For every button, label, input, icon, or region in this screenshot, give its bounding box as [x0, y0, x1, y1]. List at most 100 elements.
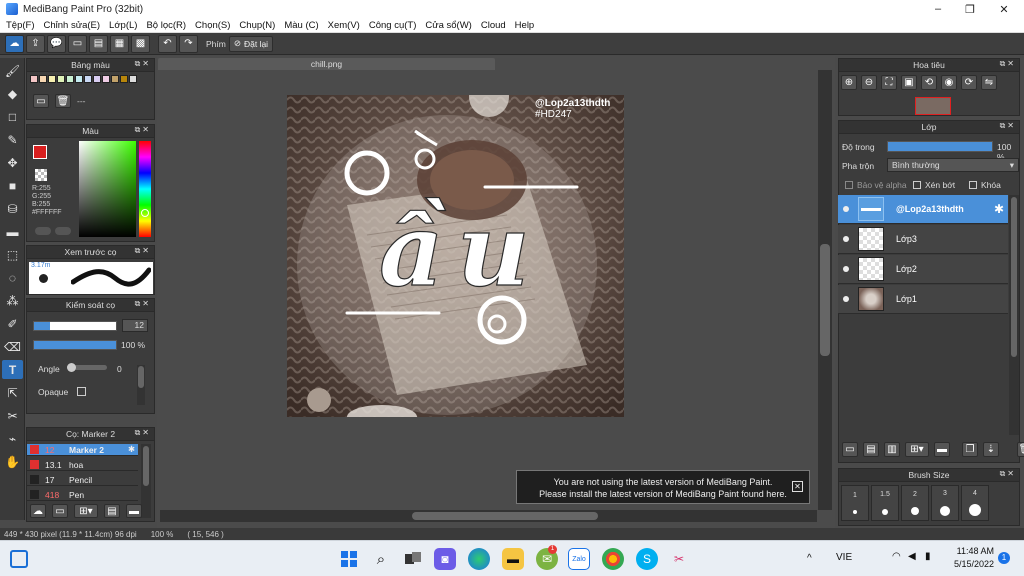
share-icon[interactable]: ⇪ [26, 34, 45, 53]
search-icon[interactable]: ⌕ [370, 548, 392, 570]
zalo-icon[interactable]: Zalo [568, 548, 590, 570]
palette-swatch[interactable] [93, 75, 101, 83]
add-brush-icon[interactable]: ⊞▾ [74, 504, 98, 518]
brush-item[interactable]: 418 Pen [27, 489, 138, 501]
skype-icon[interactable]: S [636, 548, 658, 570]
new-brush-icon[interactable]: ▭ [52, 504, 68, 518]
brush-size-input[interactable]: 12 [122, 319, 148, 332]
canvas-horizontal-scrollbar[interactable] [160, 510, 817, 522]
speech-bubble-icon[interactable]: ▭ [68, 34, 87, 53]
menu-file[interactable]: Tệp(F) [4, 20, 42, 31]
trash-icon[interactable]: 🗑 [1017, 442, 1024, 457]
lasso-tool-icon[interactable]: ◌ [2, 268, 23, 287]
layer-row[interactable]: Lớp1 [838, 285, 1008, 314]
menu-window[interactable]: Cửa sổ(W) [423, 20, 478, 31]
palette-swatch[interactable] [102, 75, 110, 83]
notice-close-icon[interactable]: ✕ [792, 481, 803, 492]
panel-controls-icon[interactable]: ⧉✕ [1000, 59, 1016, 69]
hand-tool-icon[interactable]: ✋ [2, 452, 23, 471]
select-tool-icon[interactable]: ⬚ [2, 245, 23, 264]
brush-item[interactable]: 17 Pencil [27, 474, 138, 486]
flip-icon[interactable]: ⇋ [981, 75, 997, 90]
redo-icon[interactable]: ↷ [179, 34, 198, 53]
shape-tool-icon[interactable]: □ [2, 107, 23, 126]
artwork-canvas[interactable]: ầ u @Lop2a13thdth #HD247 [287, 95, 624, 417]
keyboard-lang[interactable]: VIE [836, 552, 852, 563]
dot-tool-icon[interactable]: ✎ [2, 130, 23, 149]
wifi-icon[interactable]: ◠ [892, 551, 901, 562]
layer-opacity-slider[interactable] [887, 141, 993, 152]
lock-checkbox[interactable] [969, 181, 977, 189]
menu-tools[interactable]: Công cụ(T) [367, 20, 424, 31]
new-layer-icon[interactable]: ▭ [842, 442, 858, 457]
rotate-left-icon[interactable]: ⟲ [921, 75, 937, 90]
new-halftone-layer-icon[interactable]: ▤ [863, 442, 879, 457]
gradient-tool-icon[interactable]: ▬ [2, 222, 23, 241]
palette-swatch[interactable] [111, 75, 119, 83]
menu-snap[interactable]: Chụp(N) [237, 20, 282, 31]
edge-browser-icon[interactable] [468, 548, 490, 570]
merge-layer-icon[interactable]: ⇣ [983, 442, 999, 457]
menu-help[interactable]: Help [513, 20, 542, 31]
navigator-thumbnail[interactable] [915, 97, 951, 115]
reset-button[interactable]: ⊘ Đặt lại [228, 35, 274, 52]
panel-controls-icon[interactable]: ⧉✕ [135, 428, 151, 438]
brush-item[interactable]: 13.1 hoa [27, 459, 138, 471]
panel-controls-icon[interactable]: ⧉✕ [135, 125, 151, 135]
visibility-icon[interactable] [843, 206, 849, 212]
brush-opacity-slider[interactable] [33, 340, 117, 350]
panel-controls-icon[interactable]: ⧉✕ [135, 299, 151, 309]
color-mode-toggle-2[interactable] [55, 227, 71, 235]
brush-size-preset[interactable]: 2 [901, 485, 929, 521]
comment-icon[interactable]: 💬 [47, 34, 66, 53]
folder-icon[interactable]: ▬ [934, 442, 950, 457]
windows-start-icon[interactable] [338, 548, 360, 570]
palette-swatch[interactable] [84, 75, 92, 83]
menu-layer[interactable]: Lớp(L) [107, 20, 144, 31]
fit-icon[interactable]: ⛶ [881, 75, 897, 90]
clock-date[interactable]: 5/15/2022 [950, 559, 994, 569]
layer-scrollbar[interactable] [1009, 195, 1019, 435]
brush-size-preset[interactable]: 1.5 [871, 485, 899, 521]
palette-swatch[interactable] [57, 75, 65, 83]
add-layer-menu-icon[interactable]: ⊞▾ [905, 442, 929, 457]
transparent-swatch[interactable] [35, 169, 47, 181]
panel-controls-icon[interactable]: ⧉✕ [135, 246, 151, 256]
eraser-tool-icon[interactable]: ◆ [2, 84, 23, 103]
brush-settings-icon[interactable]: ▤ [104, 504, 120, 518]
clock-time[interactable]: 11:48 AM [954, 546, 994, 556]
battery-icon[interactable]: ▮ [925, 551, 931, 562]
document-tab[interactable]: chill.png [158, 58, 495, 70]
clipping-checkbox[interactable] [913, 181, 921, 189]
page-icon[interactable]: ▤ [89, 34, 108, 53]
cloud-brush-icon[interactable]: ☁ [30, 504, 46, 518]
protect-alpha-checkbox[interactable] [845, 181, 853, 189]
blend-mode-select[interactable]: Bình thường ▾ [887, 158, 1019, 172]
reset-rotate-icon[interactable]: ◉ [941, 75, 957, 90]
snipping-tool-icon[interactable]: ✂ [668, 548, 690, 570]
divide-tool-icon[interactable]: ✂ [2, 406, 23, 425]
brush-size-preset[interactable]: 3 [931, 485, 959, 521]
task-view-icon[interactable] [402, 548, 424, 570]
tile-icon[interactable]: ▩ [131, 34, 150, 53]
menu-cloud[interactable]: Cloud [479, 20, 513, 31]
file-explorer-icon[interactable]: ▬ [502, 548, 524, 570]
chevron-up-icon[interactable]: ^ [807, 553, 812, 564]
brush-size-slider[interactable] [33, 321, 117, 331]
update-notice[interactable]: You are not using the latest version of … [516, 470, 810, 504]
move-tool-icon[interactable]: ✥ [2, 153, 23, 172]
palette-swatch[interactable] [75, 75, 83, 83]
select-eraser-icon[interactable]: ⌫ [2, 337, 23, 356]
brush-item[interactable]: 12 Marker 2 ✱ [27, 444, 138, 456]
gear-icon[interactable]: ✱ [994, 202, 1004, 216]
menu-edit[interactable]: Chỉnh sửa(E) [42, 20, 108, 31]
palette-swatch[interactable] [129, 75, 137, 83]
text-tool-icon[interactable]: T [2, 360, 23, 379]
visibility-icon[interactable] [843, 296, 849, 302]
panel-controls-icon[interactable]: ⧉✕ [1000, 469, 1016, 479]
layer-row[interactable]: Lớp2 [838, 255, 1008, 284]
palette-swatch[interactable] [66, 75, 74, 83]
minimize-button[interactable]: – [922, 0, 954, 18]
saturation-value-picker[interactable] [79, 141, 136, 237]
color-mode-toggle[interactable] [35, 227, 51, 235]
